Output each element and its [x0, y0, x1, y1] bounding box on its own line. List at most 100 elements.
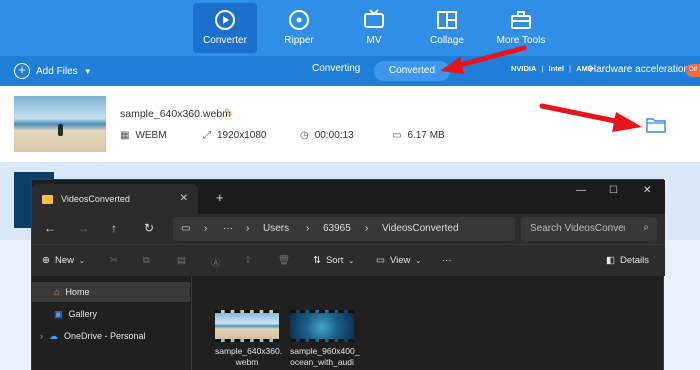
nav-item-onedrive[interactable]: › ☁ OneDrive - Personal: [32, 326, 190, 346]
new-tab-button[interactable]: +: [216, 190, 224, 205]
back-arrow-icon[interactable]: ←: [44, 221, 56, 235]
share-icon[interactable]: ⇪: [244, 255, 252, 266]
sort-label: Sort: [325, 255, 344, 266]
details-pane-icon: ◧: [606, 255, 615, 266]
tab-ripper[interactable]: Ripper: [267, 3, 331, 53]
chevron-right-icon: ›: [365, 223, 369, 234]
add-files-button[interactable]: + Add Files ▼: [14, 62, 92, 80]
size-value: 6.17 MB: [407, 130, 445, 141]
tab-label: Ripper: [284, 35, 314, 46]
plus-icon: +: [14, 63, 30, 79]
file-item[interactable]: sample_640x360. webm: [215, 310, 283, 368]
nav-label: Gallery: [68, 309, 98, 319]
chevron-down-icon: ⌄: [78, 257, 85, 265]
navigation-pane: ⌂ Home ▣ Gallery › ☁ OneDrive - Personal: [32, 276, 192, 370]
tab-label: Converter: [203, 35, 247, 46]
tab-title: VideosConverted: [61, 194, 130, 204]
edit-pencil-icon[interactable]: ✎: [224, 106, 233, 119]
collage-icon: [437, 11, 457, 29]
file-format: ▦ WEBM: [120, 130, 167, 141]
command-bar: ⊕ New ⌄ ✂ ⧉ ▤ Ⓐ ⇪ 🗑 ⇅ Sort ⌄ ▭ View ⌄ ··· ◧ Det…: [32, 244, 665, 276]
toolbox-icon: [511, 11, 531, 29]
maximize-button[interactable]: ☐: [609, 185, 618, 196]
resolution-value: 1920x1080: [217, 130, 267, 141]
video-thumbnail: [215, 310, 279, 342]
tab-converted-label: Converted: [388, 65, 436, 76]
delete-icon[interactable]: 🗑: [278, 255, 290, 266]
refresh-icon[interactable]: ↻: [144, 221, 154, 235]
monitor-icon: ▭: [181, 223, 191, 234]
sub-toolbar: + Add Files ▼ Converting Converted NVIDI…: [0, 56, 700, 86]
path-input[interactable]: ▭ › ··· › Users › 63965 › VideosConverte…: [173, 217, 515, 241]
sort-icon: ⇅: [313, 255, 321, 266]
breadcrumb-user-folder[interactable]: 63965: [323, 223, 351, 234]
dvd-icon: [289, 10, 309, 30]
chevron-right-icon[interactable]: ›: [40, 331, 43, 341]
hardware-acceleration-label: Hardware acceleration: [589, 64, 690, 75]
resize-icon: ⤢: [203, 130, 211, 141]
chevron-down-icon: ⌄: [348, 257, 355, 265]
new-label: New: [54, 255, 74, 266]
view-button[interactable]: ▭ View ⌄: [376, 255, 421, 266]
nav-label: Home: [65, 287, 90, 297]
plus-circle-icon: ⊕: [42, 255, 50, 266]
explorer-tab[interactable]: VideosConverted ✕: [32, 184, 198, 214]
ellipsis-icon[interactable]: ···: [223, 223, 233, 234]
clock-icon: ◷: [300, 130, 309, 141]
more-options-icon[interactable]: ···: [442, 255, 452, 266]
duration-value: 00:00:13: [314, 130, 354, 141]
close-tab-icon[interactable]: ✕: [180, 193, 188, 204]
details-button[interactable]: ◧ Details: [606, 255, 649, 266]
file-size: ▭ 6.17 MB: [392, 130, 445, 141]
file-explorer-window: VideosConverted ✕ + — ☐ ✕ ← → ↑ ↻ ▭ › ··…: [31, 179, 665, 370]
copy-icon[interactable]: ⧉: [143, 255, 150, 266]
breadcrumb-current-folder[interactable]: VideosConverted: [382, 223, 459, 234]
details-label: Details: [619, 255, 650, 266]
tab-converting[interactable]: Converting: [312, 63, 360, 74]
onedrive-icon: ☁: [49, 330, 58, 341]
search-input[interactable]: Search VideosConverted ⌕: [521, 217, 657, 241]
file-item[interactable]: sample_960x400_ ocean_with_audi: [290, 310, 360, 368]
forward-arrow-icon[interactable]: →: [77, 221, 89, 235]
address-bar: ← → ↑ ↻ ▭ › ··· › Users › 63965 › Videos…: [32, 214, 665, 244]
red-arrow-annotation: [539, 103, 642, 132]
minimize-button[interactable]: —: [576, 185, 586, 196]
home-icon: ⌂: [54, 287, 60, 297]
nav-item-gallery[interactable]: ▣ Gallery: [32, 304, 190, 324]
search-icon: ⌕: [643, 222, 649, 233]
cut-icon[interactable]: ✂: [110, 255, 118, 266]
converter-icon: [215, 10, 235, 30]
close-window-button[interactable]: ✕: [643, 185, 651, 196]
file-name-line: sample_640x360.: [215, 346, 283, 356]
file-resolution: ⤢ 1920x1080: [203, 130, 267, 141]
film-icon: ▦: [120, 130, 130, 141]
tab-mv[interactable]: MV: [342, 3, 406, 53]
view-icon: ▭: [376, 255, 385, 266]
sort-button[interactable]: ⇅ Sort ⌄: [313, 255, 354, 266]
paste-icon[interactable]: ▤: [177, 255, 186, 266]
toggle-label: Off: [689, 67, 697, 73]
rename-icon[interactable]: Ⓐ: [211, 255, 221, 269]
add-files-label: Add Files: [36, 65, 78, 77]
chevron-right-icon: ›: [246, 223, 250, 234]
hardware-acceleration-toggle[interactable]: Off: [686, 64, 700, 77]
breadcrumb-users[interactable]: Users: [263, 223, 289, 234]
top-navigation: Converter Ripper MV Collage More Tools: [0, 0, 700, 56]
video-thumbnail[interactable]: [14, 96, 106, 152]
file-name-line: sample_960x400_: [290, 346, 360, 356]
open-folder-icon[interactable]: [646, 116, 666, 133]
tab-label: MV: [366, 35, 382, 46]
file-list: sample_640x360. webm sample_960x400_ ocean…: [193, 276, 665, 370]
red-arrow-annotation: [440, 45, 527, 74]
tab-converter[interactable]: Converter: [193, 3, 257, 53]
nav-item-home[interactable]: ⌂ Home: [32, 282, 190, 302]
chevron-right-icon: ›: [204, 223, 208, 234]
caret-down-icon: ▼: [83, 66, 92, 76]
tv-icon: [364, 9, 384, 28]
new-button[interactable]: ⊕ New ⌄: [42, 255, 85, 266]
title-bar: VideosConverted ✕ + — ☐ ✕: [32, 180, 665, 214]
file-name-line: webm: [235, 357, 259, 367]
chevron-right-icon: ›: [306, 223, 310, 234]
up-arrow-icon[interactable]: ↑: [111, 221, 117, 235]
nav-label: OneDrive - Personal: [64, 331, 146, 341]
